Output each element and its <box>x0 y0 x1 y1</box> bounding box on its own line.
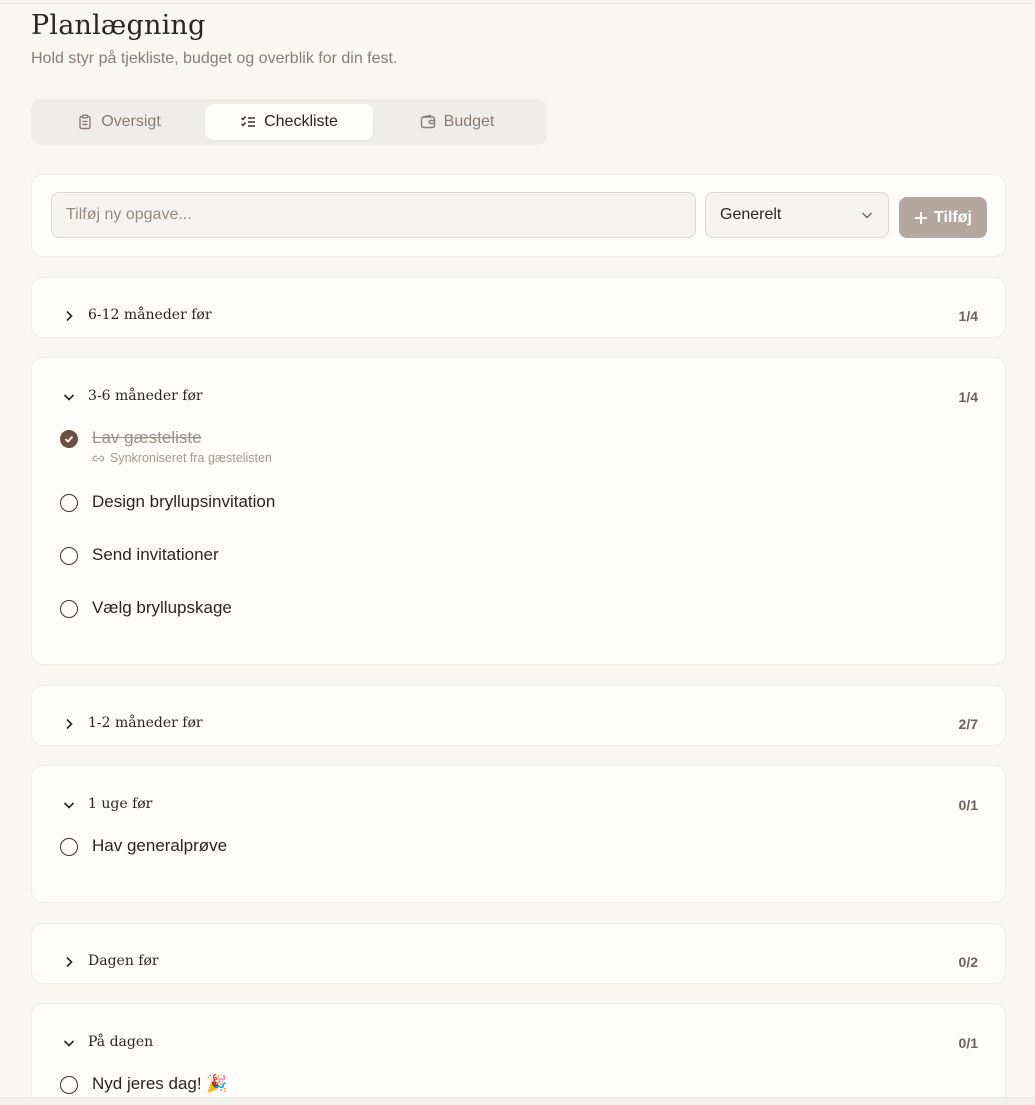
section-on-the-day: På dagen 0/1 Nyd jeres dag! 🎉 <box>31 1003 1006 1105</box>
chevron-down-icon <box>63 1040 75 1047</box>
section-title: 6-12 måneder før <box>88 307 212 323</box>
link-icon <box>92 455 105 461</box>
section-progress-count: 2/7 <box>958 716 978 732</box>
chevron-down-icon <box>63 394 75 401</box>
checklist-icon <box>241 116 256 127</box>
section-1-2-months: 1-2 måneder før 2/7 <box>31 685 1006 746</box>
sync-note-text: Synkroniseret fra gæstelisten <box>110 451 272 465</box>
tab-bar: Oversigt Checkliste Budget <box>31 99 547 145</box>
wallet-icon <box>420 114 435 129</box>
page-title: Planlægning <box>31 10 206 41</box>
tab-budget-label: Budget <box>443 113 495 130</box>
category-select[interactable]: Generelt <box>705 192 889 238</box>
sync-note: Synkroniseret fra gæstelisten <box>92 451 272 465</box>
task-checkbox[interactable] <box>60 600 78 618</box>
clipboard-icon <box>79 114 91 130</box>
add-task-card: Generelt Tilføj <box>31 174 1006 257</box>
add-task-button-label: Tilføj <box>934 208 972 226</box>
task-label[interactable]: Vælg bryllupskage <box>92 598 232 618</box>
section-title: Dagen før <box>88 953 159 969</box>
chevron-down-icon <box>63 802 75 809</box>
section-progress-count: 1/4 <box>958 389 978 405</box>
bottom-border <box>0 1097 1035 1105</box>
task-checkbox[interactable] <box>60 1076 78 1094</box>
task-checkbox[interactable] <box>60 547 78 565</box>
task-label[interactable]: Send invitationer <box>92 545 219 565</box>
section-3-6-months: 3-6 måneder før 1/4 Lav gæsteliste Synkr… <box>31 357 1006 665</box>
section-header[interactable]: 1-2 måneder før 2/7 <box>32 686 1005 746</box>
task-checkbox[interactable] <box>60 838 78 856</box>
section-day-before: Dagen før 0/2 <box>31 923 1006 984</box>
section-title: 1-2 måneder før <box>88 715 203 731</box>
tab-oversigt[interactable]: Oversigt <box>35 104 203 140</box>
section-header[interactable]: 6-12 måneder før 1/4 <box>32 278 1005 338</box>
top-border <box>0 0 1035 4</box>
task-item: Vælg bryllupskage <box>60 598 960 622</box>
section-title: 1 uge før <box>88 796 153 812</box>
plus-icon <box>915 211 928 224</box>
section-progress-count: 0/1 <box>958 1035 978 1051</box>
section-header[interactable]: På dagen 0/1 <box>32 1004 1005 1064</box>
section-header[interactable]: 3-6 måneder før 1/4 <box>32 358 1005 418</box>
task-item: Lav gæsteliste Synkroniseret fra gæsteli… <box>60 428 960 465</box>
chevron-down-icon <box>862 212 872 219</box>
tab-budget[interactable]: Budget <box>373 104 541 140</box>
tab-checkliste[interactable]: Checkliste <box>205 104 373 140</box>
checkmark-icon <box>64 435 74 443</box>
task-item: Nyd jeres dag! 🎉 <box>60 1074 960 1098</box>
section-header[interactable]: 1 uge før 0/1 <box>32 766 1005 826</box>
task-label[interactable]: Lav gæsteliste <box>92 428 202 448</box>
task-checkbox-checked[interactable] <box>60 430 78 448</box>
chevron-right-icon <box>66 310 73 322</box>
new-task-input[interactable] <box>51 192 696 238</box>
chevron-right-icon <box>66 718 73 730</box>
task-label[interactable]: Nyd jeres dag! 🎉 <box>92 1074 228 1094</box>
section-progress-count: 0/1 <box>958 797 978 813</box>
category-select-value: Generelt <box>720 206 782 223</box>
tab-oversigt-label: Oversigt <box>101 113 161 130</box>
section-title: 3-6 måneder før <box>88 388 203 404</box>
task-item: Design bryllupsinvitation <box>60 492 960 516</box>
task-label[interactable]: Design bryllupsinvitation <box>92 492 275 512</box>
task-item: Hav generalprøve <box>60 836 960 860</box>
page-subtitle: Hold styr på tjekliste, budget og overbl… <box>31 50 398 67</box>
section-1-week: 1 uge før 0/1 Hav generalprøve <box>31 765 1006 903</box>
section-progress-count: 0/2 <box>958 954 978 970</box>
task-checkbox[interactable] <box>60 494 78 512</box>
task-label[interactable]: Hav generalprøve <box>92 836 227 856</box>
chevron-right-icon <box>66 956 73 968</box>
task-item: Send invitationer <box>60 545 960 569</box>
add-task-button[interactable]: Tilføj <box>899 197 987 238</box>
section-progress-count: 1/4 <box>958 308 978 324</box>
section-header[interactable]: Dagen før 0/2 <box>32 924 1005 984</box>
tab-checkliste-label: Checkliste <box>264 113 338 130</box>
section-title: På dagen <box>88 1034 154 1050</box>
section-6-12-months: 6-12 måneder før 1/4 <box>31 277 1006 338</box>
